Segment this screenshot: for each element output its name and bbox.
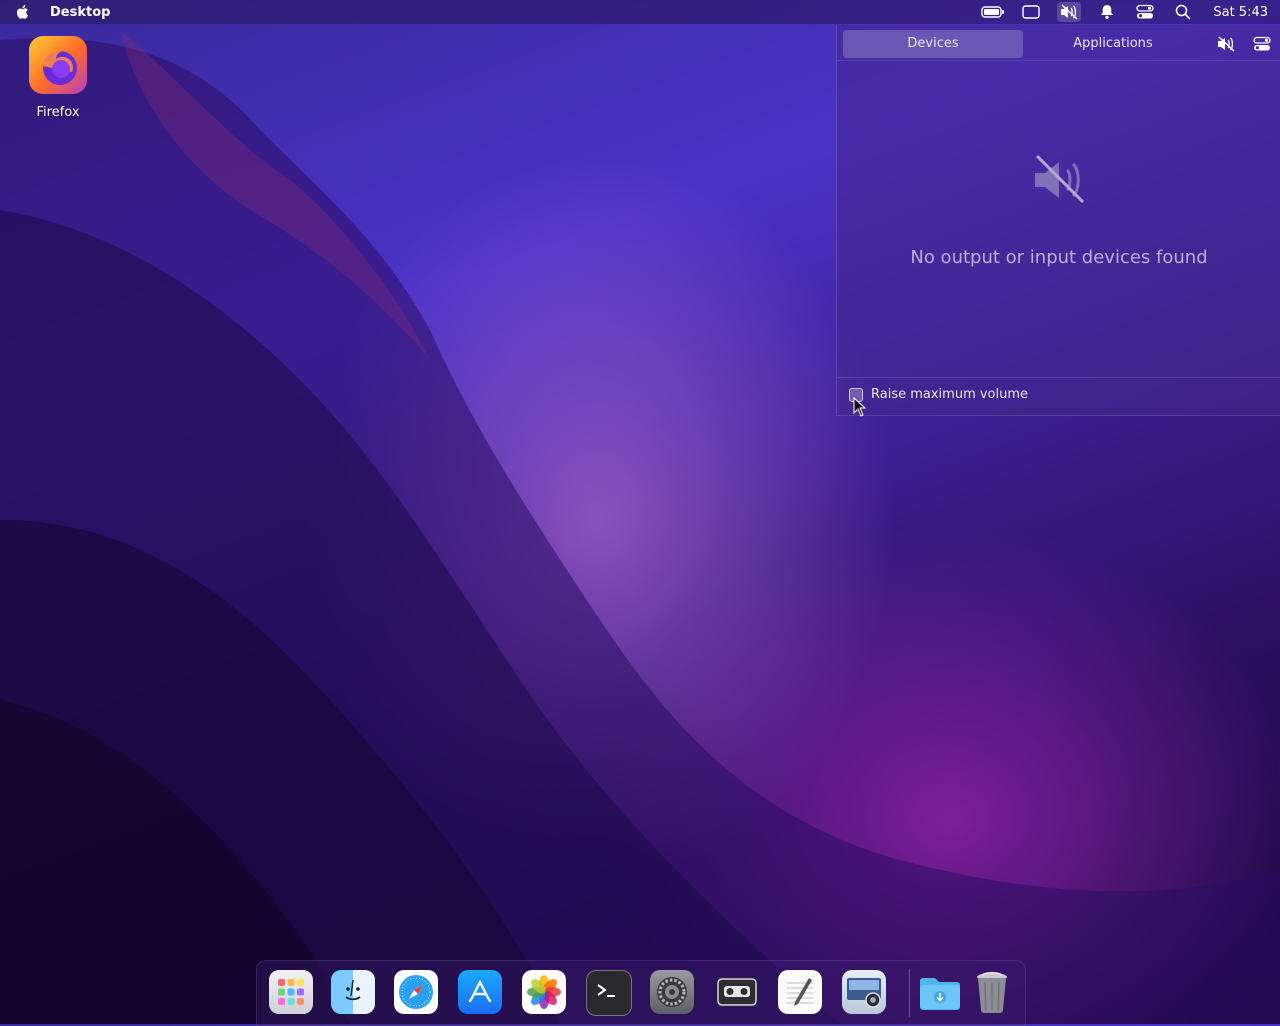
terminal-icon[interactable]: [586, 970, 632, 1016]
status-area: Sat 5:43: [981, 2, 1280, 22]
launchpad-icon[interactable]: [269, 970, 313, 1014]
menu-bar: Desktop Sat 5:43: [0, 0, 1280, 24]
display-icon[interactable]: [1019, 2, 1043, 22]
empty-state-message: No output or input devices found: [910, 247, 1208, 268]
photos-icon[interactable]: [522, 970, 566, 1014]
dock-separator: [909, 969, 910, 1017]
system-preferences-icon[interactable]: [650, 970, 694, 1014]
search-icon[interactable]: [1171, 2, 1195, 22]
control-center-icon: [1253, 36, 1271, 51]
control-center-icon[interactable]: [1133, 2, 1157, 22]
notification-bell-icon[interactable]: [1095, 2, 1119, 22]
tab-devices[interactable]: Devices: [843, 30, 1023, 58]
raise-max-volume-option[interactable]: Raise maximum volume: [849, 387, 1028, 402]
raise-max-volume-label[interactable]: Raise maximum volume: [871, 387, 1028, 402]
downloads-folder-icon[interactable]: [918, 970, 962, 1014]
mute-toggle-button[interactable]: [1215, 34, 1237, 54]
screenshot-icon[interactable]: [842, 970, 886, 1014]
apple-logo-icon[interactable]: [14, 3, 32, 21]
desktop-icon-label: Firefox: [36, 105, 80, 120]
sound-panel-tabs: Devices Applications: [843, 30, 1203, 58]
safari-icon[interactable]: [394, 970, 438, 1014]
active-app-name[interactable]: Desktop: [50, 5, 110, 20]
panel-divider: [837, 60, 1280, 61]
audio-settings-button[interactable]: [1251, 34, 1273, 54]
volume-muted-icon: [1218, 36, 1235, 52]
no-devices-muted-speaker-icon: [1035, 154, 1085, 204]
sound-panel: Devices Applications No output or input …: [836, 25, 1280, 416]
dock: [256, 960, 1026, 1026]
text-editor-icon[interactable]: [778, 970, 822, 1014]
volume-muted-icon[interactable]: [1057, 2, 1082, 22]
firefox-icon: [29, 36, 87, 94]
tab-applications[interactable]: Applications: [1023, 30, 1203, 58]
desktop-icon-firefox[interactable]: Firefox: [22, 36, 94, 120]
clock[interactable]: Sat 5:43: [1213, 5, 1268, 20]
mouse-cursor-icon: [853, 397, 867, 417]
panel-divider: [837, 377, 1280, 378]
trash-icon[interactable]: [970, 970, 1014, 1014]
finder-icon[interactable]: [331, 970, 375, 1014]
battery-icon[interactable]: [981, 2, 1005, 22]
app-store-icon[interactable]: [458, 970, 502, 1014]
cassette-icon[interactable]: [715, 970, 759, 1014]
